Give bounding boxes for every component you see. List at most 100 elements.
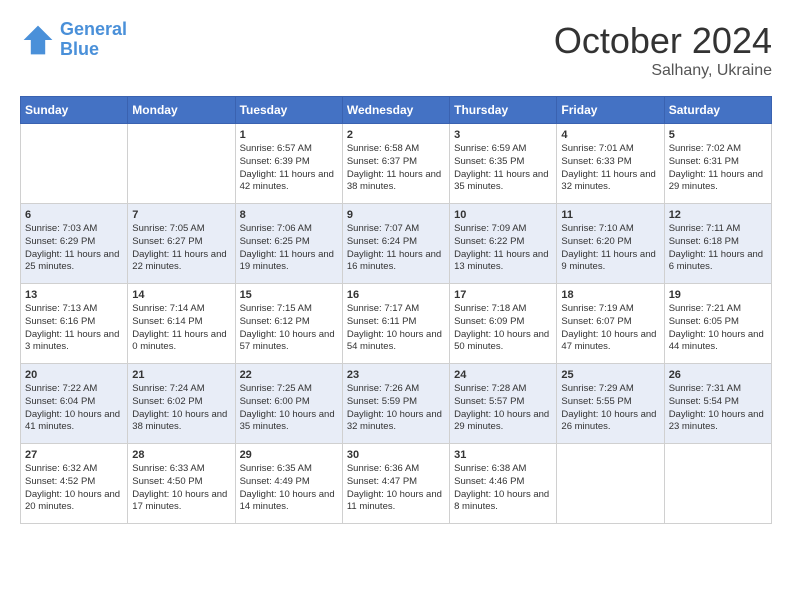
location-subtitle: Salhany, Ukraine bbox=[554, 62, 772, 80]
day-number: 3 bbox=[454, 129, 552, 141]
calendar-cell: 15 Sunrise: 7:15 AMSunset: 6:12 PMDayligh… bbox=[235, 284, 342, 364]
calendar-cell: 1 Sunrise: 6:57 AMSunset: 6:39 PMDaylight… bbox=[235, 124, 342, 204]
cell-content: Sunrise: 7:13 AMSunset: 6:16 PMDaylight:… bbox=[25, 303, 123, 354]
cell-content: Sunrise: 6:35 AMSunset: 4:49 PMDaylight:… bbox=[240, 463, 338, 514]
day-number: 6 bbox=[25, 209, 123, 221]
day-number: 31 bbox=[454, 449, 552, 461]
cell-content: Sunrise: 7:31 AMSunset: 5:54 PMDaylight:… bbox=[669, 383, 767, 434]
calendar-week-row: 27Sunrise: 6:32 AMSunset: 4:52 PMDayligh… bbox=[21, 444, 772, 524]
calendar-cell: 31 Sunrise: 6:38 AMSunset: 4:46 PMDayligh… bbox=[450, 444, 557, 524]
day-number: 15 bbox=[240, 289, 338, 301]
logo: General Blue bbox=[20, 20, 127, 60]
calendar-cell: 22 Sunrise: 7:25 AMSunset: 6:00 PMDayligh… bbox=[235, 364, 342, 444]
cell-content: Sunrise: 7:18 AMSunset: 6:09 PMDaylight:… bbox=[454, 303, 552, 354]
day-number: 4 bbox=[561, 129, 659, 141]
cell-content: Sunrise: 7:22 AMSunset: 6:04 PMDaylight:… bbox=[25, 383, 123, 434]
cell-content: Sunrise: 6:36 AMSunset: 4:47 PMDaylight:… bbox=[347, 463, 445, 514]
cell-content: Sunrise: 7:07 AMSunset: 6:24 PMDaylight:… bbox=[347, 223, 445, 274]
calendar-cell: 13 Sunrise: 7:13 AMSunset: 6:16 PMDayligh… bbox=[21, 284, 128, 364]
day-number: 22 bbox=[240, 369, 338, 381]
cell-content: Sunrise: 6:38 AMSunset: 4:46 PMDaylight:… bbox=[454, 463, 552, 514]
cell-content: Sunrise: 7:24 AMSunset: 6:02 PMDaylight:… bbox=[132, 383, 230, 434]
weekday-header-wednesday: Wednesday bbox=[342, 97, 449, 124]
calendar-cell: 26Sunrise: 7:31 AMSunset: 5:54 PMDayligh… bbox=[664, 364, 771, 444]
cell-content: Sunrise: 6:57 AMSunset: 6:39 PMDaylight:… bbox=[240, 143, 338, 194]
calendar-cell: 14 Sunrise: 7:14 AMSunset: 6:14 PMDayligh… bbox=[128, 284, 235, 364]
calendar-cell: 9 Sunrise: 7:07 AMSunset: 6:24 PMDaylight… bbox=[342, 204, 449, 284]
calendar-cell: 3Sunrise: 6:59 AMSunset: 6:35 PMDaylight… bbox=[450, 124, 557, 204]
day-number: 25 bbox=[561, 369, 659, 381]
calendar-cell: 4 Sunrise: 7:01 AMSunset: 6:33 PMDaylight… bbox=[557, 124, 664, 204]
cell-content: Sunrise: 7:29 AMSunset: 5:55 PMDaylight:… bbox=[561, 383, 659, 434]
calendar-cell bbox=[21, 124, 128, 204]
day-number: 28 bbox=[132, 449, 230, 461]
day-number: 18 bbox=[561, 289, 659, 301]
calendar-week-row: 13 Sunrise: 7:13 AMSunset: 6:16 PMDayligh… bbox=[21, 284, 772, 364]
calendar-cell: 8 Sunrise: 7:06 AMSunset: 6:25 PMDaylight… bbox=[235, 204, 342, 284]
cell-content: Sunrise: 7:26 AMSunset: 5:59 PMDaylight:… bbox=[347, 383, 445, 434]
day-number: 13 bbox=[25, 289, 123, 301]
cell-content: Sunrise: 7:06 AMSunset: 6:25 PMDaylight:… bbox=[240, 223, 338, 274]
calendar-week-row: 1 Sunrise: 6:57 AMSunset: 6:39 PMDaylight… bbox=[21, 124, 772, 204]
day-number: 9 bbox=[347, 209, 445, 221]
day-number: 14 bbox=[132, 289, 230, 301]
calendar-cell: 23Sunrise: 7:26 AMSunset: 5:59 PMDayligh… bbox=[342, 364, 449, 444]
cell-content: Sunrise: 7:01 AMSunset: 6:33 PMDaylight:… bbox=[561, 143, 659, 194]
day-number: 20 bbox=[25, 369, 123, 381]
cell-content: Sunrise: 6:58 AMSunset: 6:37 PMDaylight:… bbox=[347, 143, 445, 194]
day-number: 16 bbox=[347, 289, 445, 301]
calendar-cell: 18Sunrise: 7:19 AMSunset: 6:07 PMDayligh… bbox=[557, 284, 664, 364]
cell-content: Sunrise: 7:09 AMSunset: 6:22 PMDaylight:… bbox=[454, 223, 552, 274]
day-number: 12 bbox=[669, 209, 767, 221]
weekday-header-saturday: Saturday bbox=[664, 97, 771, 124]
cell-content: Sunrise: 7:11 AMSunset: 6:18 PMDaylight:… bbox=[669, 223, 767, 274]
calendar-cell bbox=[664, 444, 771, 524]
calendar-cell: 11Sunrise: 7:10 AMSunset: 6:20 PMDayligh… bbox=[557, 204, 664, 284]
calendar-cell: 19 Sunrise: 7:21 AMSunset: 6:05 PMDayligh… bbox=[664, 284, 771, 364]
cell-content: Sunrise: 7:02 AMSunset: 6:31 PMDaylight:… bbox=[669, 143, 767, 194]
cell-content: Sunrise: 7:25 AMSunset: 6:00 PMDaylight:… bbox=[240, 383, 338, 434]
logo-icon bbox=[20, 22, 56, 58]
cell-content: Sunrise: 7:17 AMSunset: 6:11 PMDaylight:… bbox=[347, 303, 445, 354]
cell-content: Sunrise: 6:33 AMSunset: 4:50 PMDaylight:… bbox=[132, 463, 230, 514]
cell-content: Sunrise: 7:15 AMSunset: 6:12 PMDaylight:… bbox=[240, 303, 338, 354]
calendar-cell: 2Sunrise: 6:58 AMSunset: 6:37 PMDaylight… bbox=[342, 124, 449, 204]
weekday-header-sunday: Sunday bbox=[21, 97, 128, 124]
weekday-header-tuesday: Tuesday bbox=[235, 97, 342, 124]
cell-content: Sunrise: 7:14 AMSunset: 6:14 PMDaylight:… bbox=[132, 303, 230, 354]
day-number: 29 bbox=[240, 449, 338, 461]
calendar-cell: 5 Sunrise: 7:02 AMSunset: 6:31 PMDaylight… bbox=[664, 124, 771, 204]
calendar-cell: 25 Sunrise: 7:29 AMSunset: 5:55 PMDayligh… bbox=[557, 364, 664, 444]
weekday-header-monday: Monday bbox=[128, 97, 235, 124]
calendar-week-row: 20 Sunrise: 7:22 AMSunset: 6:04 PMDayligh… bbox=[21, 364, 772, 444]
calendar-week-row: 6 Sunrise: 7:03 AMSunset: 6:29 PMDaylight… bbox=[21, 204, 772, 284]
cell-content: Sunrise: 6:32 AMSunset: 4:52 PMDaylight:… bbox=[25, 463, 123, 514]
weekday-header-friday: Friday bbox=[557, 97, 664, 124]
cell-content: Sunrise: 7:28 AMSunset: 5:57 PMDaylight:… bbox=[454, 383, 552, 434]
calendar-cell: 30 Sunrise: 6:36 AMSunset: 4:47 PMDayligh… bbox=[342, 444, 449, 524]
day-number: 30 bbox=[347, 449, 445, 461]
calendar-cell: 29 Sunrise: 6:35 AMSunset: 4:49 PMDayligh… bbox=[235, 444, 342, 524]
weekday-header-thursday: Thursday bbox=[450, 97, 557, 124]
day-number: 19 bbox=[669, 289, 767, 301]
calendar-cell: 17Sunrise: 7:18 AMSunset: 6:09 PMDayligh… bbox=[450, 284, 557, 364]
title-block: October 2024 Salhany, Ukraine bbox=[554, 20, 772, 80]
page-header: General Blue October 2024 Salhany, Ukrai… bbox=[20, 20, 772, 80]
day-number: 10 bbox=[454, 209, 552, 221]
day-number: 24 bbox=[454, 369, 552, 381]
calendar-cell: 10 Sunrise: 7:09 AMSunset: 6:22 PMDayligh… bbox=[450, 204, 557, 284]
day-number: 8 bbox=[240, 209, 338, 221]
cell-content: Sunrise: 7:05 AMSunset: 6:27 PMDaylight:… bbox=[132, 223, 230, 274]
day-number: 7 bbox=[132, 209, 230, 221]
calendar-cell: 21Sunrise: 7:24 AMSunset: 6:02 PMDayligh… bbox=[128, 364, 235, 444]
day-number: 1 bbox=[240, 129, 338, 141]
weekday-header-row: SundayMondayTuesdayWednesdayThursdayFrid… bbox=[21, 97, 772, 124]
day-number: 5 bbox=[669, 129, 767, 141]
calendar-cell: 28 Sunrise: 6:33 AMSunset: 4:50 PMDayligh… bbox=[128, 444, 235, 524]
calendar-cell: 12 Sunrise: 7:11 AMSunset: 6:18 PMDayligh… bbox=[664, 204, 771, 284]
month-title: October 2024 bbox=[554, 20, 772, 62]
cell-content: Sunrise: 7:21 AMSunset: 6:05 PMDaylight:… bbox=[669, 303, 767, 354]
calendar-cell bbox=[128, 124, 235, 204]
cell-content: Sunrise: 7:03 AMSunset: 6:29 PMDaylight:… bbox=[25, 223, 123, 274]
calendar-cell: 24 Sunrise: 7:28 AMSunset: 5:57 PMDayligh… bbox=[450, 364, 557, 444]
